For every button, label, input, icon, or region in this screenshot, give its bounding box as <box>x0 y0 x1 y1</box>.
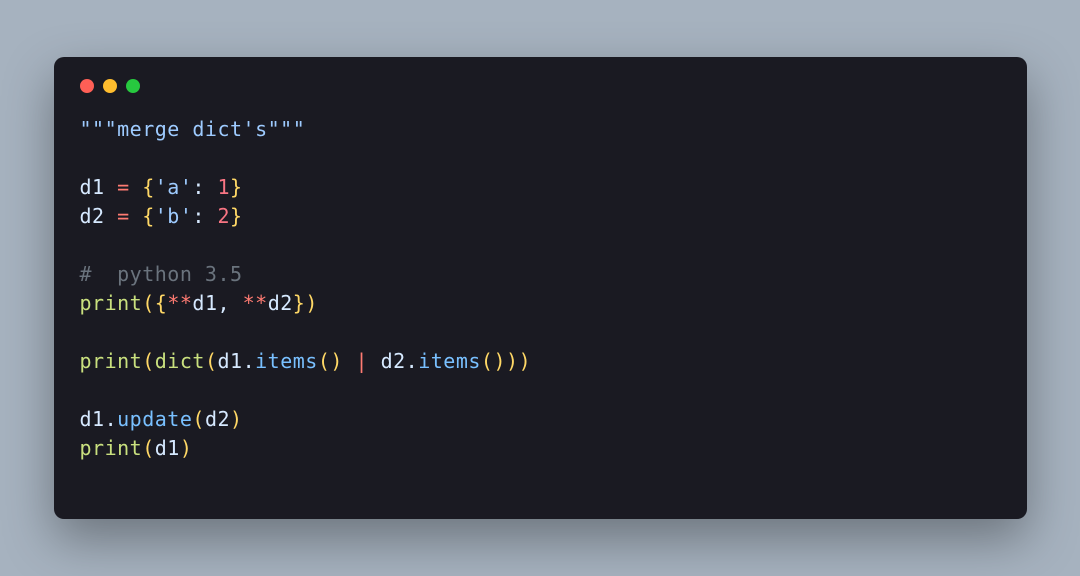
var-d2: d2 <box>80 204 118 228</box>
var-d1-ref: d1 <box>217 349 242 373</box>
fn-dict: dict <box>155 349 205 373</box>
code-block: """merge dict's""" d1 = {'a': 1} d2 = {'… <box>80 115 1001 463</box>
method-items: items <box>255 349 318 373</box>
parens: () <box>318 349 356 373</box>
paren-close: ) <box>519 349 532 373</box>
paren-close: ) <box>506 349 519 373</box>
minimize-icon[interactable] <box>103 79 117 93</box>
var-d2-ref: d2 <box>205 407 230 431</box>
dot: . <box>243 349 256 373</box>
method-items: items <box>418 349 481 373</box>
dict-key-b: 'b' <box>155 204 193 228</box>
brace-close: } <box>293 291 306 315</box>
colon: : <box>192 204 217 228</box>
paren-open: ( <box>142 436 155 460</box>
paren-open: ( <box>142 291 155 315</box>
unpack-op: ** <box>167 291 192 315</box>
num-1: 1 <box>217 175 230 199</box>
fn-print: print <box>80 436 143 460</box>
parens: () <box>481 349 506 373</box>
maximize-icon[interactable] <box>126 79 140 93</box>
var-d2-ref: d2 <box>268 291 293 315</box>
paren-open: ( <box>205 349 218 373</box>
comma: , <box>218 291 243 315</box>
brace-open: { <box>142 204 155 228</box>
var-d2-ref: d2 <box>381 349 406 373</box>
var-d1-ref: d1 <box>155 436 180 460</box>
window-titlebar <box>80 79 1001 93</box>
pipe-op: | <box>355 349 380 373</box>
method-update: update <box>117 407 192 431</box>
var-d1-ref: d1 <box>192 291 217 315</box>
close-icon[interactable] <box>80 79 94 93</box>
comment-python-version: # python 3.5 <box>80 262 243 286</box>
paren-open: ( <box>192 407 205 431</box>
eq-op: = <box>117 204 142 228</box>
dot: . <box>105 407 118 431</box>
unpack-op: ** <box>243 291 268 315</box>
fn-print: print <box>80 291 143 315</box>
fn-print: print <box>80 349 143 373</box>
dot: . <box>406 349 419 373</box>
eq-op: = <box>117 175 142 199</box>
code-window: """merge dict's""" d1 = {'a': 1} d2 = {'… <box>54 57 1027 519</box>
docstring: """merge dict's""" <box>80 117 306 141</box>
brace-open: { <box>142 175 155 199</box>
brace-close: } <box>230 175 243 199</box>
var-d1-ref: d1 <box>80 407 105 431</box>
brace-open: { <box>155 291 168 315</box>
colon: : <box>192 175 217 199</box>
num-2: 2 <box>217 204 230 228</box>
brace-close: } <box>230 204 243 228</box>
paren-open: ( <box>142 349 155 373</box>
paren-close: ) <box>305 291 318 315</box>
paren-close: ) <box>180 436 193 460</box>
dict-key-a: 'a' <box>155 175 193 199</box>
var-d1: d1 <box>80 175 118 199</box>
paren-close: ) <box>230 407 243 431</box>
